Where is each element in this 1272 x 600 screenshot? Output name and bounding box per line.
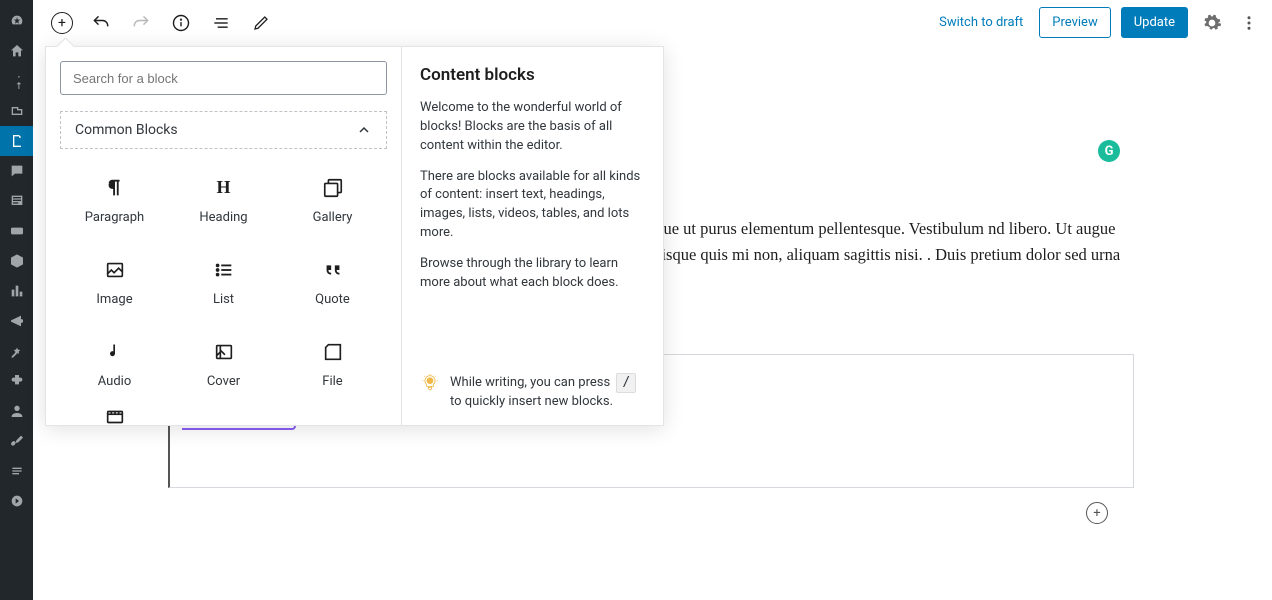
block-audio[interactable]: Audio (60, 323, 169, 405)
block-label: Quote (315, 292, 350, 307)
sidebar-item-woo[interactable] (0, 216, 33, 246)
sidebar-item-marketing[interactable] (0, 306, 33, 336)
sidebar-item-products[interactable] (0, 246, 33, 276)
sidebar-item-media[interactable] (0, 96, 33, 126)
inserter-desc-3: Browse through the library to learn more… (420, 255, 645, 293)
inserter-title: Content blocks (420, 65, 645, 85)
block-label: File (322, 374, 342, 389)
block-label: Audio (98, 374, 131, 389)
image-icon (103, 258, 127, 282)
block-gallery[interactable]: Gallery (278, 159, 387, 241)
tip-after: to quickly insert new blocks. (450, 394, 613, 409)
more-options-button[interactable] (1236, 13, 1262, 33)
edit-button[interactable] (249, 11, 273, 35)
category-label: Common Blocks (75, 122, 178, 138)
sidebar-item-pin[interactable] (0, 66, 33, 96)
sidebar-item-dashboard[interactable] (0, 6, 33, 36)
block-inserter-popover: Common Blocks Paragraph H Heading Galler… (45, 46, 664, 426)
undo-button[interactable] (89, 11, 113, 35)
gallery-icon (321, 176, 345, 200)
update-button[interactable]: Update (1121, 7, 1188, 38)
sidebar-item-settings[interactable] (0, 456, 33, 486)
outline-button[interactable] (209, 11, 233, 35)
add-block-inline-button[interactable]: + (1086, 502, 1108, 524)
block-label: List (213, 292, 234, 307)
block-paragraph[interactable]: Paragraph (60, 159, 169, 241)
block-cover[interactable]: Cover (169, 323, 278, 405)
add-block-button[interactable]: + (51, 12, 73, 34)
block-quote[interactable]: Quote (278, 241, 387, 323)
block-list[interactable]: List (169, 241, 278, 323)
grammarly-badge[interactable]: G (1098, 140, 1120, 162)
admin-sidebar (0, 0, 33, 600)
sidebar-item-comments[interactable] (0, 156, 33, 186)
chevron-up-icon (356, 122, 372, 138)
editor-topbar: + Switch to draft Preview Update (33, 0, 1272, 46)
search-input[interactable] (60, 61, 387, 95)
sidebar-item-pages[interactable] (0, 126, 33, 156)
video-icon (103, 405, 127, 425)
list-icon (212, 258, 236, 282)
block-label: Cover (207, 374, 240, 389)
block-heading[interactable]: H Heading (169, 159, 278, 241)
sidebar-item-home[interactable] (0, 36, 33, 66)
inserter-desc-1: Welcome to the wonderful world of blocks… (420, 99, 645, 156)
block-label: Image (96, 292, 132, 307)
sidebar-item-appearance[interactable] (0, 336, 33, 366)
inserter-desc-2: There are blocks available for all kinds… (420, 168, 645, 243)
block-file[interactable]: File (278, 323, 387, 405)
settings-button[interactable] (1198, 13, 1226, 33)
sidebar-item-users[interactable] (0, 396, 33, 426)
block-label: Heading (199, 210, 247, 225)
cover-icon (212, 340, 236, 364)
sidebar-item-tools[interactable] (0, 426, 33, 456)
redo-button[interactable] (129, 11, 153, 35)
sidebar-item-feedback[interactable] (0, 186, 33, 216)
info-button[interactable] (169, 11, 193, 35)
paragraph-icon (103, 176, 127, 200)
quote-icon (321, 258, 345, 282)
preview-button[interactable]: Preview (1039, 7, 1110, 38)
tip-before: While writing, you can press (450, 375, 610, 390)
sidebar-item-collapse[interactable] (0, 486, 33, 516)
file-icon (321, 340, 345, 364)
audio-icon (103, 340, 127, 364)
sidebar-item-plugins[interactable] (0, 366, 33, 396)
block-label: Paragraph (85, 210, 144, 225)
sidebar-item-analytics[interactable] (0, 276, 33, 306)
category-common-blocks[interactable]: Common Blocks (60, 111, 387, 149)
heading-icon: H (212, 176, 236, 200)
block-label: Gallery (313, 210, 353, 225)
switch-to-draft-button[interactable]: Switch to draft (933, 11, 1029, 34)
tip-key: / (616, 373, 636, 393)
block-video[interactable] (60, 405, 169, 425)
block-image[interactable]: Image (60, 241, 169, 323)
lightbulb-icon (420, 374, 440, 394)
inserter-tip: While writing, you can press / to quickl… (420, 373, 645, 411)
